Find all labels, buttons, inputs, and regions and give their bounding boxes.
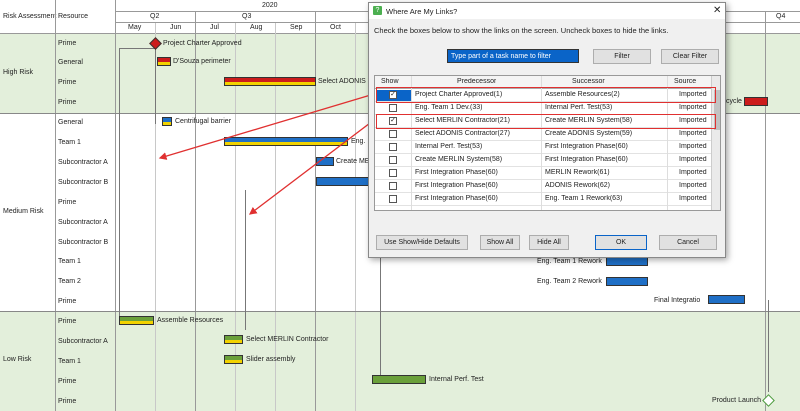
grid-row[interactable]: First Integration Phase(60) MERLIN Rewor… xyxy=(375,167,720,180)
succ-cell: MERLIN Rework(61) xyxy=(545,169,610,176)
clear-filter-button[interactable]: Clear Filter xyxy=(661,49,719,64)
pred-cell: Create MERLIN System(58) xyxy=(415,156,503,163)
col-predecessor: Predecessor xyxy=(457,78,497,85)
ok-button[interactable]: OK xyxy=(595,235,647,250)
grid-row[interactable]: First Integration Phase(60) ADONIS Rewor… xyxy=(375,180,720,193)
source-cell: Imported xyxy=(679,169,707,176)
app-icon: ? xyxy=(373,6,382,15)
col-successor: Successor xyxy=(572,78,605,85)
defaults-button[interactable]: Use Show/Hide Defaults xyxy=(376,235,468,250)
show-checkbox[interactable] xyxy=(389,195,397,203)
grid-row[interactable]: Internal Perf. Test(53) First Integratio… xyxy=(375,141,720,154)
succ-cell: Eng. Team 1 Rework(63) xyxy=(545,195,623,202)
show-all-button[interactable]: Show All xyxy=(480,235,520,250)
succ-cell: Create ADONIS System(59) xyxy=(545,130,633,137)
show-checkbox[interactable] xyxy=(389,156,397,164)
pred-cell: First Integration Phase(60) xyxy=(415,169,498,176)
succ-cell: Internal Perf. Test(53) xyxy=(545,104,613,111)
filter-input[interactable]: Type part of a task name to filter xyxy=(447,49,579,63)
col-show: Show xyxy=(381,78,399,85)
show-checkbox[interactable] xyxy=(389,104,397,112)
succ-cell: First Integration Phase(60) xyxy=(545,143,628,150)
show-checkbox[interactable] xyxy=(389,130,397,138)
grid-row[interactable]: Select ADONIS Contractor(27) Create ADON… xyxy=(375,128,720,141)
dialog-titlebar: ? Where Are My Links? ✕ xyxy=(369,3,725,19)
pred-cell: Eng. Team 1 Dev.(33) xyxy=(415,104,483,111)
grid-row[interactable]: First Integration Phase(60) Eng. Team 1 … xyxy=(375,193,720,206)
highlight-box xyxy=(376,114,716,129)
pred-cell: First Integration Phase(60) xyxy=(415,182,498,189)
source-cell: Imported xyxy=(679,195,707,202)
succ-cell: ADONIS Rework(62) xyxy=(545,182,610,189)
source-cell: Imported xyxy=(679,182,707,189)
dialog-instruction: Check the boxes below to show the links … xyxy=(374,26,669,35)
dialog-title: Where Are My Links? xyxy=(386,7,458,16)
grid-row[interactable]: Create MERLIN System(58) First Integrati… xyxy=(375,154,720,167)
pred-cell: Internal Perf. Test(53) xyxy=(415,143,483,150)
show-checkbox[interactable] xyxy=(389,143,397,151)
filter-button[interactable]: Filter xyxy=(593,49,651,64)
col-source: Source xyxy=(674,78,697,85)
show-checkbox[interactable] xyxy=(389,169,397,177)
source-cell: Imported xyxy=(679,156,707,163)
cancel-button[interactable]: Cancel xyxy=(659,235,717,250)
pred-cell: Select ADONIS Contractor(27) xyxy=(415,130,510,137)
hide-all-button[interactable]: Hide All xyxy=(529,235,569,250)
source-cell: Imported xyxy=(679,143,707,150)
source-cell: Imported xyxy=(679,130,707,137)
close-icon[interactable]: ✕ xyxy=(713,5,721,16)
source-cell: Imported xyxy=(679,104,707,111)
links-dialog: ? Where Are My Links? ✕ Check the boxes … xyxy=(368,2,726,258)
pred-cell: First Integration Phase(60) xyxy=(415,195,498,202)
show-checkbox[interactable] xyxy=(389,182,397,190)
succ-cell: First Integration Phase(60) xyxy=(545,156,628,163)
highlight-box xyxy=(376,87,716,103)
